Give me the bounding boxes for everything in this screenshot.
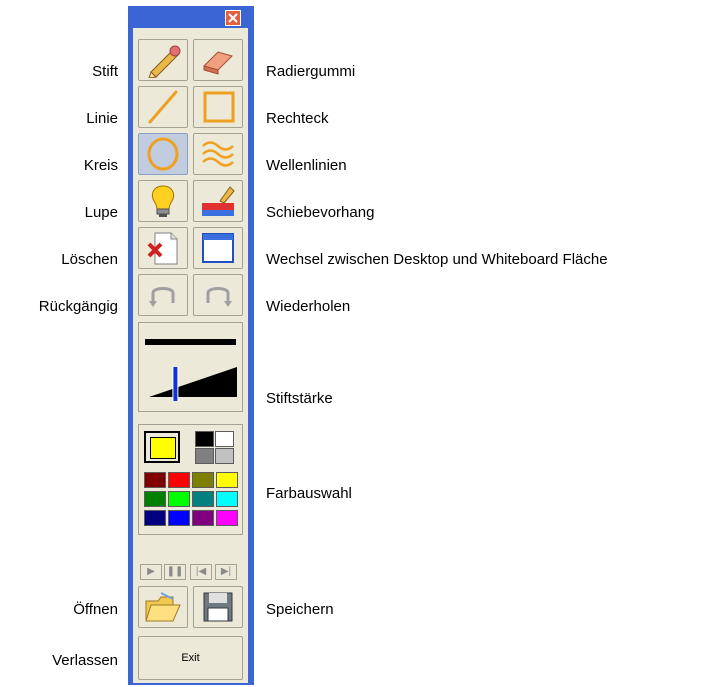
pen-width-preview: [145, 339, 236, 345]
color-swatch[interactable]: [215, 431, 234, 447]
eraser-icon: [203, 51, 233, 75]
color-swatch[interactable]: [144, 472, 166, 488]
color-swatch[interactable]: [144, 510, 166, 526]
light-bulb-icon: [151, 185, 175, 217]
label-schiebevorhang: Schiebevorhang: [266, 204, 375, 221]
rectangle-icon: [203, 91, 235, 123]
label-wellenlinien: Wellenlinien: [266, 157, 347, 174]
color-swatch[interactable]: [216, 472, 238, 488]
color-swatch[interactable]: [216, 510, 238, 526]
pen-tool-button[interactable]: [138, 39, 188, 81]
label-lupe: Lupe: [84, 204, 118, 221]
desktop-whiteboard-toggle-button[interactable]: [193, 227, 243, 269]
label-rueckgaengig: Rückgängig: [38, 298, 118, 315]
label-stiftstaerke: Stiftstärke: [266, 390, 333, 407]
open-button[interactable]: [138, 586, 188, 628]
eraser-tool-button[interactable]: [193, 39, 243, 81]
wavy-lines-tool-button[interactable]: [193, 133, 243, 175]
label-wechsel: Wechsel zwischen Desktop und Whiteboard …: [266, 251, 608, 268]
selected-color-frame: [144, 431, 180, 463]
redo-icon: [206, 287, 232, 307]
rewind-button[interactable]: |◀: [190, 564, 212, 580]
label-farbauswahl: Farbauswahl: [266, 485, 352, 502]
label-radiergummi: Radiergummi: [266, 63, 356, 80]
undo-icon: [149, 287, 175, 307]
label-speichern: Speichern: [266, 601, 334, 618]
close-button[interactable]: [225, 10, 241, 26]
color-swatch[interactable]: [192, 472, 214, 488]
selected-color-swatch[interactable]: [150, 437, 176, 459]
color-swatch[interactable]: [192, 510, 214, 526]
label-kreis: Kreis: [83, 157, 118, 174]
line-tool-button[interactable]: [138, 86, 188, 128]
redo-button[interactable]: [193, 274, 243, 316]
pause-button[interactable]: ❚❚: [164, 564, 186, 580]
pen-width-slider-thumb[interactable]: [172, 367, 179, 401]
window-icon: [202, 233, 234, 263]
label-oeffnen: Öffnen: [73, 601, 118, 618]
rectangle-tool-button[interactable]: [193, 86, 243, 128]
color-palette: [138, 424, 243, 535]
label-stift: Stift: [92, 63, 118, 80]
label-verlassen: Verlassen: [52, 652, 118, 669]
color-swatch[interactable]: [168, 472, 190, 488]
color-swatch[interactable]: [144, 491, 166, 507]
label-rechteck: Rechteck: [266, 110, 329, 127]
pen-width-slider[interactable]: [141, 353, 241, 408]
curtain-icon: [202, 186, 235, 216]
exit-button[interactable]: Exit: [138, 636, 243, 680]
label-loeschen: Löschen: [61, 251, 118, 268]
color-swatch[interactable]: [195, 448, 214, 464]
magnifier-tool-button[interactable]: [138, 180, 188, 222]
forward-button[interactable]: ▶|: [215, 564, 237, 580]
line-icon: [148, 90, 178, 124]
circle-tool-button[interactable]: [138, 133, 188, 175]
floppy-disk-icon: [203, 592, 233, 622]
folder-open-icon: [145, 592, 181, 622]
clear-tool-button[interactable]: [138, 227, 188, 269]
label-wiederholen: Wiederholen: [266, 298, 351, 315]
label-linie: Linie: [86, 110, 118, 127]
color-swatch[interactable]: [195, 431, 214, 447]
undo-button[interactable]: [138, 274, 188, 316]
curtain-tool-button[interactable]: [193, 180, 243, 222]
close-icon: [228, 13, 238, 23]
pencil-icon: [148, 45, 181, 78]
save-button[interactable]: [193, 586, 243, 628]
play-button[interactable]: ▶: [140, 564, 162, 580]
wavy-lines-icon: [202, 141, 234, 167]
color-swatch[interactable]: [168, 510, 190, 526]
color-swatch[interactable]: [192, 491, 214, 507]
color-swatch[interactable]: [168, 491, 190, 507]
circle-icon: [147, 137, 179, 171]
color-swatch[interactable]: [215, 448, 234, 464]
pen-width-panel: [138, 322, 243, 412]
color-swatch[interactable]: [216, 491, 238, 507]
delete-page-icon: [147, 232, 178, 265]
